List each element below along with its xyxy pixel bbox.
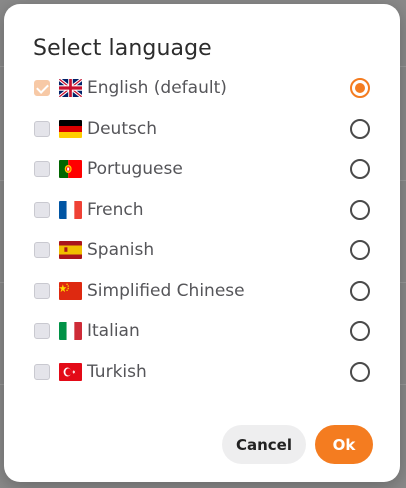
language-checkbox[interactable] xyxy=(34,161,50,178)
dialog-title: Select language xyxy=(33,36,212,61)
china-flag-icon xyxy=(59,281,82,300)
language-option-english[interactable]: English (default) xyxy=(4,68,400,109)
language-option-spanish[interactable]: Spanish xyxy=(4,230,400,271)
language-radio[interactable] xyxy=(350,118,370,139)
language-checkbox[interactable] xyxy=(34,80,50,97)
language-label: French xyxy=(87,199,144,220)
italy-flag-icon xyxy=(59,322,82,341)
uk-flag-icon xyxy=(59,79,82,98)
language-checkbox[interactable] xyxy=(34,363,50,380)
language-dialog: Select language English (default) Deutsc… xyxy=(4,4,400,482)
language-option-turkish[interactable]: Turkish xyxy=(4,352,400,393)
language-radio[interactable] xyxy=(350,199,370,220)
language-list: English (default) Deutsch Portuguese Fre… xyxy=(4,68,400,392)
language-checkbox[interactable] xyxy=(34,120,50,137)
language-checkbox[interactable] xyxy=(34,323,50,340)
language-label: Turkish xyxy=(87,361,147,382)
language-checkbox[interactable] xyxy=(34,242,50,259)
language-radio[interactable] xyxy=(350,159,370,180)
language-option-deutsch[interactable]: Deutsch xyxy=(4,109,400,150)
language-label: Portuguese xyxy=(87,159,183,180)
ok-button[interactable]: Ok xyxy=(315,425,373,464)
language-option-portuguese[interactable]: Portuguese xyxy=(4,149,400,190)
language-radio[interactable] xyxy=(350,240,370,261)
spain-flag-icon xyxy=(59,241,82,260)
turkey-flag-icon xyxy=(59,362,82,381)
language-radio[interactable] xyxy=(350,361,370,382)
portugal-flag-icon xyxy=(59,160,82,179)
language-option-italian[interactable]: Italian xyxy=(4,311,400,352)
germany-flag-icon xyxy=(59,119,82,138)
language-radio[interactable] xyxy=(350,321,370,342)
language-option-simplified-chinese[interactable]: Simplified Chinese xyxy=(4,271,400,312)
language-label: Spanish xyxy=(87,240,155,261)
cancel-button[interactable]: Cancel xyxy=(222,425,306,464)
language-label: Italian xyxy=(87,321,140,342)
france-flag-icon xyxy=(59,200,82,219)
language-checkbox[interactable] xyxy=(34,282,50,299)
language-checkbox[interactable] xyxy=(34,201,50,218)
language-label: English (default) xyxy=(87,78,227,99)
language-option-french[interactable]: French xyxy=(4,190,400,231)
language-label: Deutsch xyxy=(87,118,157,139)
language-radio[interactable] xyxy=(350,280,370,301)
language-radio[interactable] xyxy=(350,78,370,99)
language-label: Simplified Chinese xyxy=(87,280,245,301)
